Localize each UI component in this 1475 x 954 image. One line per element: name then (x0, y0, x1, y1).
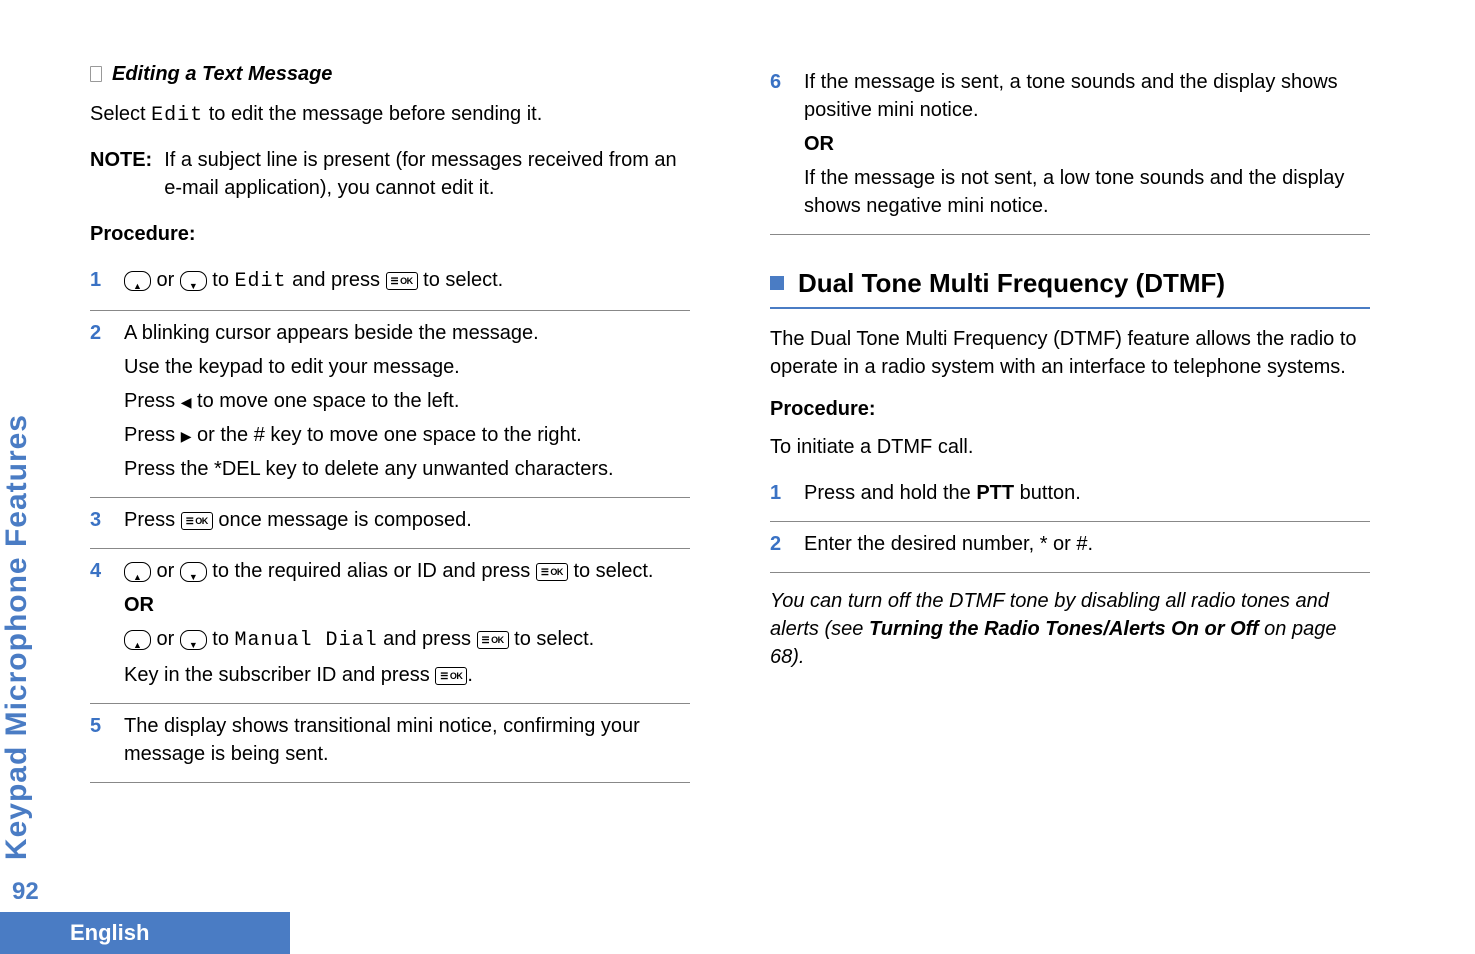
page-footer: 92 English (0, 878, 1475, 954)
down-button-icon (180, 562, 207, 582)
section-title: Dual Tone Multi Frequency (DTMF) (798, 265, 1225, 301)
dtmf-step-2: 2 Enter the desired number, * or #. (770, 522, 1370, 573)
left-column: Editing a Text Message Select Edit to ed… (90, 60, 690, 860)
sidebar: Keypad Microphone Features (0, 60, 60, 860)
dtmf-subtext: To initiate a DTMF call. (770, 433, 1370, 461)
step-number: 4 (90, 557, 106, 695)
step-body: If the message is sent, a tone sounds an… (804, 68, 1370, 226)
up-button-icon (124, 562, 151, 582)
ok-button-icon (435, 667, 467, 685)
up-button-icon (124, 630, 151, 650)
left-arrow-icon (181, 390, 192, 412)
language-bar: English (0, 912, 290, 954)
step-number: 1 (90, 266, 106, 302)
intro-text: Select Edit to edit the message before s… (90, 100, 690, 130)
footnote: You can turn off the DTMF tone by disabl… (770, 587, 1370, 671)
step-body: The display shows transitional mini noti… (124, 712, 690, 774)
subheading: Editing a Text Message (112, 60, 332, 88)
columns: Editing a Text Message Select Edit to ed… (90, 60, 1415, 860)
subheading-row: Editing a Text Message (90, 60, 690, 88)
dtmf-intro: The Dual Tone Multi Frequency (DTMF) fea… (770, 325, 1370, 381)
sidebar-label: Keypad Microphone Features (0, 414, 60, 860)
step-4: 4 or to the required alias or ID and pre… (90, 549, 690, 704)
step-number: 5 (90, 712, 106, 774)
step-body: A blinking cursor appears beside the mes… (124, 319, 690, 489)
dtmf-step-1: 1 Press and hold the PTT button. (770, 471, 1370, 522)
step-6: 6 If the message is sent, a tone sounds … (770, 60, 1370, 235)
note-label: NOTE: (90, 146, 152, 202)
note-text: If a subject line is present (for messag… (164, 146, 690, 202)
ok-button-icon (386, 272, 418, 290)
step-number: 1 (770, 479, 786, 513)
right-column: 6 If the message is sent, a tone sounds … (770, 60, 1370, 860)
up-button-icon (124, 271, 151, 291)
page-number: 92 (0, 878, 1475, 906)
down-button-icon (180, 271, 207, 291)
note: NOTE: If a subject line is present (for … (90, 146, 690, 202)
section-heading: Dual Tone Multi Frequency (DTMF) (770, 265, 1370, 309)
step-1: 1 or to Edit and press to select. (90, 258, 690, 311)
step-number: 3 (90, 506, 106, 540)
step-3: 3 Press once message is composed. (90, 498, 690, 549)
step-5: 5 The display shows transitional mini no… (90, 704, 690, 783)
step-2: 2 A blinking cursor appears beside the m… (90, 311, 690, 498)
section-marker-icon (770, 276, 784, 290)
down-button-icon (180, 630, 207, 650)
step-number: 2 (770, 530, 786, 564)
ok-button-icon (536, 563, 568, 581)
step-body: Press once message is composed. (124, 506, 690, 540)
step-number: 2 (90, 319, 106, 489)
ok-button-icon (477, 631, 509, 649)
procedure-label: Procedure: (90, 220, 690, 248)
document-icon (90, 66, 102, 82)
step-body: Enter the desired number, * or #. (804, 530, 1370, 564)
ok-button-icon (181, 512, 213, 530)
page-content: Keypad Microphone Features Editing a Tex… (0, 0, 1475, 860)
right-arrow-icon (181, 424, 192, 446)
step-body: or to Edit and press to select. (124, 266, 690, 302)
step-number: 6 (770, 68, 786, 226)
procedure-label: Procedure: (770, 395, 1370, 423)
step-body: Press and hold the PTT button. (804, 479, 1370, 513)
step-body: or to the required alias or ID and press… (124, 557, 690, 695)
